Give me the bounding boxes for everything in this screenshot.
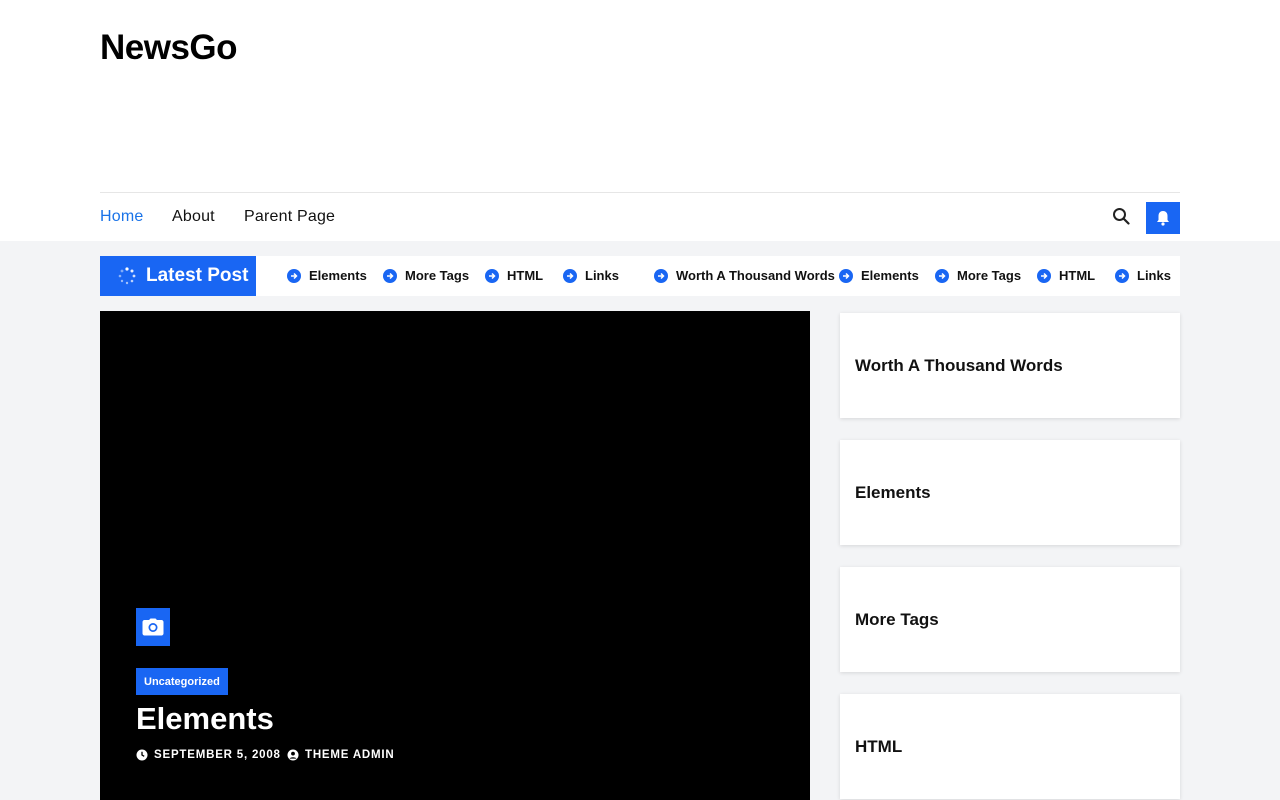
category-badge[interactable]: Uncategorized [136, 668, 228, 695]
ticker-label-text: Latest Post [146, 265, 249, 286]
arrow-right-icon [839, 268, 853, 283]
featured-post[interactable]: Uncategorized Elements SEPTEMBER 5, 2008… [100, 311, 810, 800]
spinner-icon [118, 267, 136, 285]
arrow-right-icon [383, 268, 397, 283]
sidebar-post-card[interactable]: More Tags [840, 567, 1180, 672]
post-author[interactable]: THEME ADMIN [287, 749, 395, 761]
ticker-item[interactable]: Elements [839, 268, 919, 283]
ticker-item[interactable]: Links [1115, 268, 1171, 283]
site-header: NewsGo [0, 0, 1280, 192]
arrow-right-icon [935, 268, 949, 283]
arrow-right-icon [485, 268, 499, 283]
arrow-right-icon [287, 268, 301, 283]
arrow-right-icon [1115, 268, 1129, 283]
subscribe-button[interactable] [1146, 202, 1180, 234]
ticker-item[interactable]: HTML [1037, 268, 1095, 283]
ticker-item[interactable]: More Tags [383, 268, 469, 283]
sidebar-post-card[interactable]: Worth A Thousand Words [840, 313, 1180, 418]
bell-icon [1157, 211, 1169, 226]
ticker-item[interactable]: More Tags [935, 268, 1021, 283]
nav-item-about[interactable]: About [172, 208, 215, 226]
sidebar-post-title[interactable]: More Tags [855, 610, 939, 630]
user-icon [287, 749, 299, 761]
post-title[interactable]: Elements [136, 701, 274, 737]
sidebar-post-card[interactable]: Elements [840, 440, 1180, 545]
arrow-right-icon [563, 268, 577, 283]
sidebar-post-title[interactable]: Worth A Thousand Words [855, 356, 1063, 376]
clock-icon [136, 749, 148, 761]
ticker-item[interactable]: Worth A Thousand Words [654, 268, 835, 283]
ticker-label: Latest Post [100, 256, 256, 296]
main-navigation: Home About Parent Page [100, 192, 1180, 241]
arrow-right-icon [654, 268, 668, 283]
site-title[interactable]: NewsGo [100, 28, 238, 68]
ticker-item[interactable]: Links [563, 268, 619, 283]
camera-icon [136, 608, 170, 646]
nav-item-parent-page[interactable]: Parent Page [244, 208, 335, 226]
post-date[interactable]: SEPTEMBER 5, 2008 [136, 749, 281, 761]
sidebar-post-card[interactable]: HTML [840, 694, 1180, 799]
nav-item-home[interactable]: Home [100, 208, 143, 226]
arrow-right-icon [1037, 268, 1051, 283]
ticker-item[interactable]: Elements [287, 268, 367, 283]
latest-post-ticker: Latest Post Elements More Tags HTML Link… [100, 256, 1180, 296]
sidebar-post-title[interactable]: HTML [855, 737, 902, 757]
search-icon[interactable] [1112, 207, 1132, 227]
ticker-item[interactable]: HTML [485, 268, 543, 283]
sidebar-post-title[interactable]: Elements [855, 483, 931, 503]
